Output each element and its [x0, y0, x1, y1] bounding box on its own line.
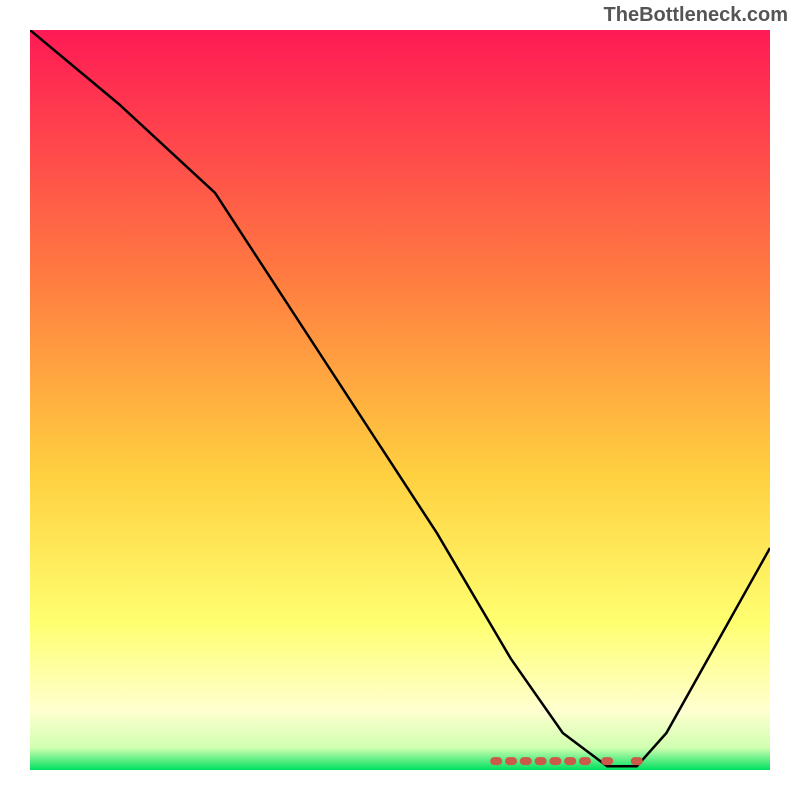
marker-dot	[505, 757, 517, 765]
marker-dot	[535, 757, 547, 765]
marker-dot	[490, 757, 502, 765]
marker-dot	[601, 757, 613, 765]
marker-dot	[579, 757, 591, 765]
marker-dot	[549, 757, 561, 765]
chart-container	[30, 30, 770, 770]
watermark-text: TheBottleneck.com	[604, 4, 788, 27]
chart-background	[30, 30, 770, 770]
marker-dot	[564, 757, 576, 765]
chart-svg	[30, 30, 770, 770]
marker-dot	[520, 757, 532, 765]
marker-dot	[631, 757, 643, 765]
